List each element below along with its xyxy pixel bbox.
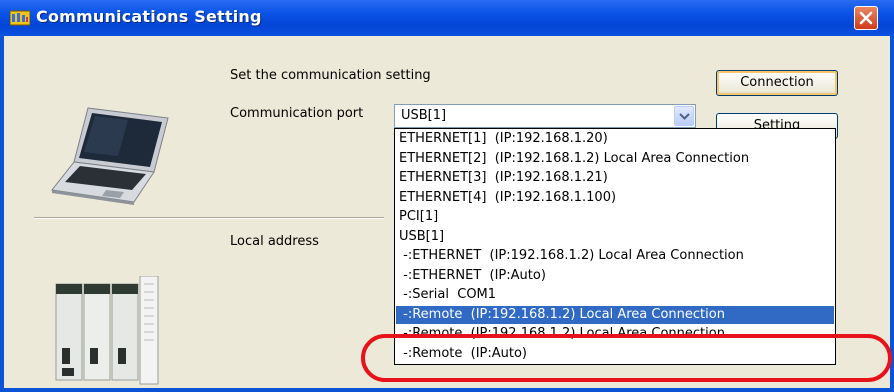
dialog-client-area: Set the communication setting Communicat… bbox=[4, 36, 892, 388]
dialog-heading: Set the communication setting bbox=[230, 68, 431, 83]
app-icon bbox=[9, 9, 31, 26]
dropdown-item[interactable]: ETHERNET[2] (IP:192.168.1.2) Local Area … bbox=[399, 150, 749, 168]
plc-server-icon bbox=[55, 276, 159, 385]
dropdown-item[interactable]: ETHERNET[4] (IP:192.168.1.100) bbox=[399, 189, 616, 207]
communications-setting-window: Communications Setting Set the communica… bbox=[0, 0, 894, 392]
separator-line bbox=[34, 217, 384, 219]
communication-port-select[interactable]: USB[1] bbox=[394, 104, 696, 128]
dropdown-item[interactable]: -:Remote (IP:192.168.1.2) Local Area Con… bbox=[396, 305, 834, 324]
title-bar[interactable]: Communications Setting bbox=[0, 0, 894, 36]
dropdown-arrow-icon bbox=[679, 113, 690, 120]
window-title: Communications Setting bbox=[36, 7, 262, 26]
dropdown-item[interactable]: -:ETHERNET (IP:192.168.1.2) Local Area C… bbox=[399, 247, 744, 265]
dropdown-item[interactable]: ETHERNET[1] (IP:192.168.1.20) bbox=[399, 130, 608, 148]
dropdown-item[interactable]: ETHERNET[3] (IP:192.168.1.21) bbox=[399, 169, 608, 187]
combo-dropdown-button[interactable] bbox=[674, 106, 694, 126]
dropdown-item[interactable]: PCI[1] bbox=[399, 208, 438, 226]
communication-port-dropdown-list[interactable]: ETHERNET[1] (IP:192.168.1.20) ETHERNET[2]… bbox=[394, 128, 836, 365]
local-address-label: Local address bbox=[230, 234, 319, 249]
dropdown-item[interactable]: -:ETHERNET (IP:Auto) bbox=[399, 267, 546, 285]
highlight-annotation-ring bbox=[361, 334, 892, 382]
dropdown-item[interactable]: -:Serial COM1 bbox=[399, 286, 496, 304]
combo-selected-value: USB[1] bbox=[401, 108, 447, 123]
connection-button[interactable]: Connection bbox=[716, 70, 838, 96]
close-button[interactable] bbox=[854, 6, 878, 30]
communication-port-label: Communication port bbox=[230, 106, 364, 121]
dropdown-item[interactable]: USB[1] bbox=[399, 228, 444, 246]
close-icon bbox=[859, 11, 873, 25]
laptop-icon bbox=[51, 107, 169, 205]
